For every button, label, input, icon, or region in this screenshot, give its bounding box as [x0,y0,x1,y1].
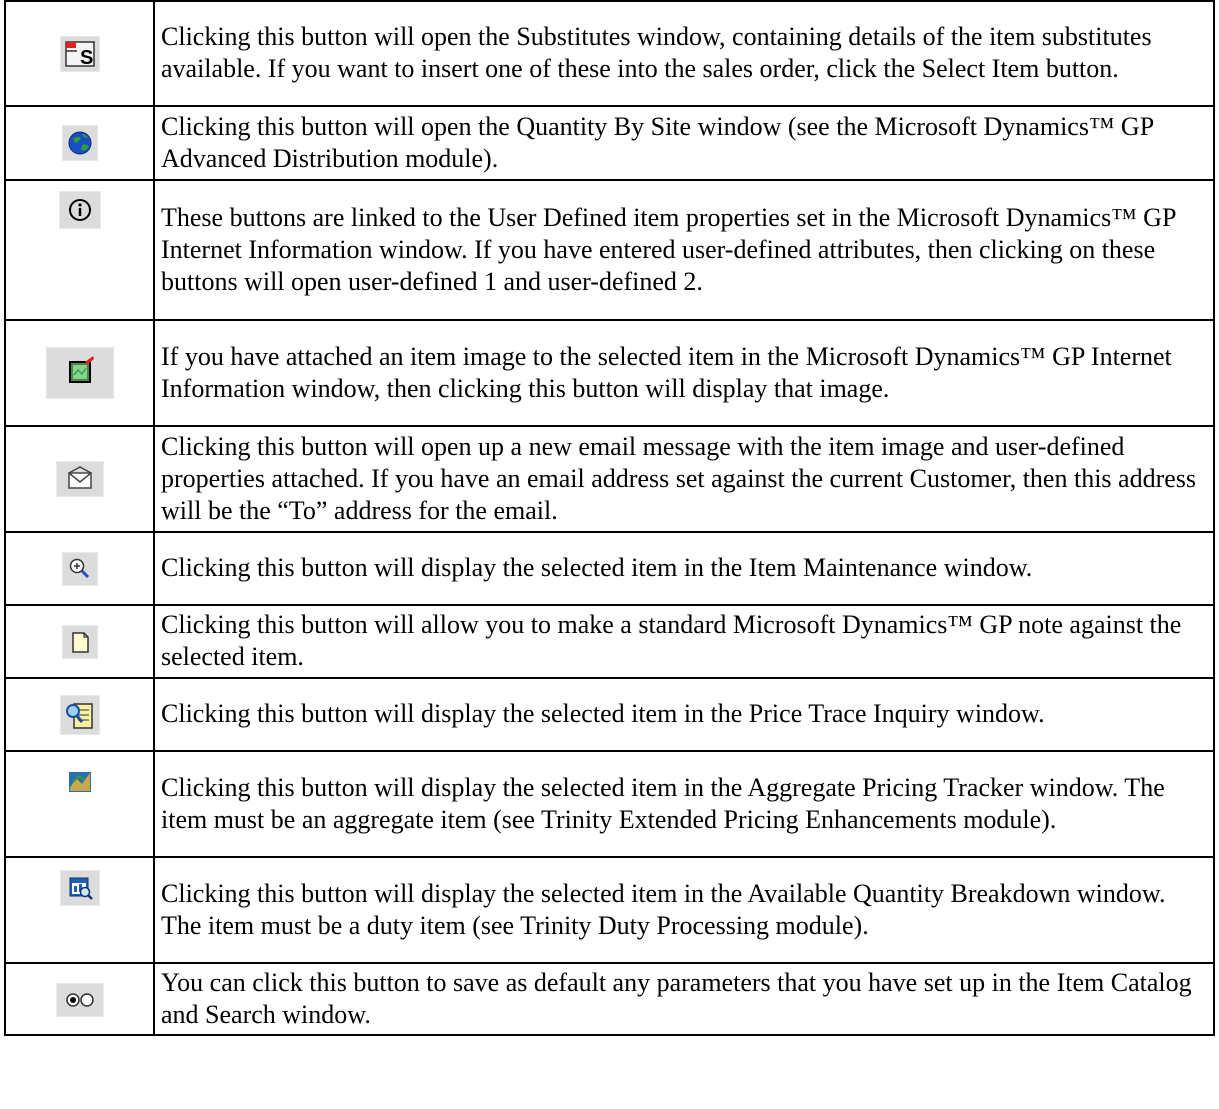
table-row: Clicking this button will open up a new … [4,425,1215,533]
table-row: You can click this button to save as def… [4,962,1215,1036]
icon-cell [4,105,155,181]
icon-cell [4,750,155,858]
description-cell: Clicking this button will display the se… [153,677,1215,752]
note-icon[interactable] [61,625,98,660]
table-row: S Clicking this button will open the Sub… [4,0,1215,107]
icon-cell [4,425,155,533]
aggregate-pricing-icon[interactable] [59,765,100,800]
description-cell: If you have attached an item image to th… [153,319,1215,427]
info-icon[interactable] [58,191,101,229]
zoom-icon[interactable] [61,552,98,587]
price-trace-icon[interactable] [59,694,100,735]
description-cell: Clicking this button will display the se… [153,856,1215,964]
save-defaults-icon[interactable] [55,982,104,1017]
table-row: Clicking this button will display the se… [4,677,1215,752]
available-quantity-icon[interactable] [59,870,100,907]
table-row: These buttons are linked to the User Def… [4,179,1215,321]
image-icon[interactable] [45,347,114,399]
table-row: If you have attached an item image to th… [4,319,1215,427]
description-cell: Clicking this button will allow you to m… [153,604,1215,679]
description-cell: Clicking this button will display the se… [153,750,1215,858]
table-row: Clicking this button will display the se… [4,856,1215,964]
table-row: Clicking this button will display the se… [4,531,1215,606]
icon-cell: S [4,0,155,107]
description-cell: Clicking this button will open up a new … [153,425,1215,533]
description-cell: Clicking this button will open the Subst… [153,0,1215,107]
table-row: Clicking this button will open the Quant… [4,105,1215,181]
substitutes-icon[interactable]: S [59,35,100,72]
email-icon[interactable] [55,461,104,498]
icon-cell [4,179,155,321]
description-cell: Clicking this button will open the Quant… [153,105,1215,181]
svg-text:S: S [80,47,93,69]
table-row: Clicking this button will display the se… [4,750,1215,858]
table-row: Clicking this button will allow you to m… [4,604,1215,679]
icon-cell [4,677,155,752]
icon-cell [4,604,155,679]
description-cell: Clicking this button will display the se… [153,531,1215,606]
icon-cell [4,319,155,427]
description-cell: You can click this button to save as def… [153,962,1215,1036]
icon-cell [4,531,155,606]
description-cell: These buttons are linked to the User Def… [153,179,1215,321]
globe-icon[interactable] [61,125,98,162]
button-reference-table: S Clicking this button will open the Sub… [4,0,1215,1036]
icon-cell [4,856,155,964]
icon-cell [4,962,155,1036]
